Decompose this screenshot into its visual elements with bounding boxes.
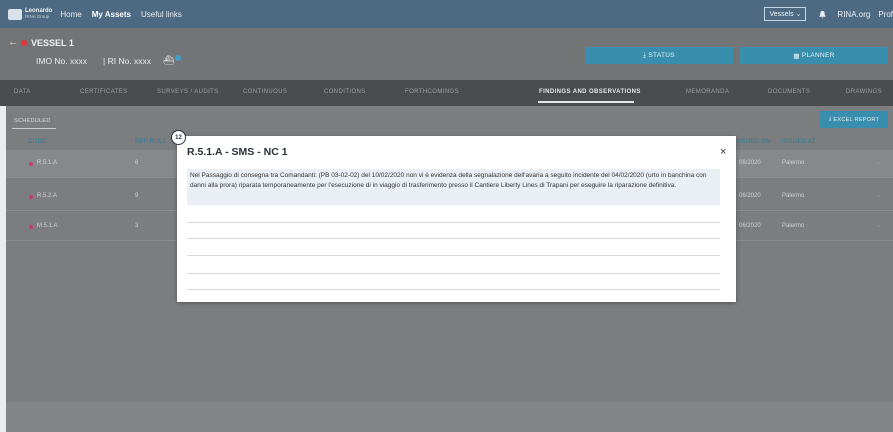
info-icon[interactable] (175, 54, 182, 61)
vessel-name: VESSEL 1 (31, 37, 74, 48)
column-header-code[interactable]: CODE (28, 139, 47, 145)
ri-number: | RI No. xxxx (103, 55, 152, 66)
logo-subtext: RINA Group (25, 14, 50, 19)
tab-surveys-audits[interactable]: SURVEYS / AUDITS (157, 89, 219, 95)
nav-my-assets[interactable]: My Assets (92, 10, 131, 19)
chevron-down-icon: ⌄ (795, 11, 802, 18)
tab-drawings[interactable]: DRAWINGS (846, 89, 882, 95)
tab-data[interactable]: DATA (14, 89, 31, 95)
subtab-scheduled[interactable]: SCHEDULED (14, 118, 51, 124)
calendar-icon: ▦ (793, 52, 802, 60)
row-issued-on: 06/2020 (739, 193, 761, 199)
row-issued-at: Palermo (782, 223, 805, 229)
back-arrow-icon[interactable]: ← (8, 37, 18, 48)
chevron-down-icon[interactable]: ⌄ (876, 159, 881, 166)
column-header-ref-rule[interactable]: REF RULE (135, 139, 167, 145)
status-label: STATUS (648, 52, 675, 59)
excel-label: EXCEL REPORT (833, 116, 880, 123)
tab-continuous[interactable]: CONTINUOUS (243, 89, 287, 95)
status-dot (29, 162, 33, 166)
excel-report-button[interactable]: ⤓ EXCEL REPORT (820, 111, 888, 128)
vessels-dropdown[interactable]: Vessels ⌄ (764, 7, 807, 21)
finding-detail-modal: R.5.1.A - SMS - NC 1 × Nel Passaggio di … (177, 136, 736, 302)
vessel-status-dot (21, 39, 27, 46)
divider (187, 238, 720, 239)
imo-number: IMO No. xxxx (36, 55, 88, 66)
row-code: R.5.2.A (37, 193, 58, 199)
nav-home[interactable]: Home (60, 10, 81, 19)
divider (187, 273, 720, 274)
planner-button[interactable]: ▦ PLANNER (740, 47, 888, 64)
tab-documents[interactable]: DOCUMENTS (768, 89, 810, 95)
vessels-label: Vessels (769, 11, 794, 18)
active-tab-indicator (538, 101, 634, 103)
status-dot (29, 195, 33, 199)
row-issued-at: Palermo (782, 193, 805, 199)
divider (187, 255, 720, 256)
finding-description: Nel Passaggio di consegna tra Comandanti… (187, 169, 720, 205)
section-tabs: DATA CERTIFICATES SURVEYS / AUDITS CONTI… (0, 80, 893, 106)
rina-org-link[interactable]: RINA.org (837, 10, 870, 19)
logo-icon (8, 8, 22, 20)
profile-link[interactable]: Prof (878, 10, 893, 19)
step-badge: 12 (171, 130, 186, 145)
ship-icon[interactable]: ⛴ (163, 55, 174, 66)
row-ref: 6 (135, 160, 139, 166)
tab-conditions[interactable]: CONDITIONS (324, 89, 366, 95)
chevron-down-icon[interactable]: ⌄ (876, 192, 881, 199)
brand-logo[interactable]: Leonardo RINA Group (8, 8, 52, 20)
column-header-issued-at[interactable]: ISSUED AT (782, 139, 816, 145)
subtab-indicator (12, 128, 56, 129)
row-issued-on: 06/2020 (739, 160, 761, 166)
chevron-down-icon[interactable]: ⌄ (876, 222, 881, 229)
row-ref: 9 (135, 193, 139, 199)
tab-memoranda[interactable]: MEMORANDA (686, 89, 729, 95)
divider (187, 289, 720, 290)
close-icon[interactable]: × (720, 146, 726, 158)
top-nav: Leonardo RINA Group Home My Assets Useful… (0, 0, 893, 28)
row-ref: 3 (135, 223, 139, 229)
status-dot (29, 225, 33, 229)
tab-forthcomings[interactable]: FORTHCOMINGS (405, 89, 459, 95)
nav-useful-links[interactable]: Useful links (141, 10, 182, 19)
tab-certificates[interactable]: CERTIFICATES (80, 89, 128, 95)
column-header-issued-on[interactable]: ISSUED ON (735, 139, 771, 145)
row-code: M.5.1.A (37, 223, 58, 229)
footer-strip (6, 402, 893, 432)
planner-label: PLANNER (801, 52, 835, 59)
status-button[interactable]: ⤓ STATUS (585, 47, 733, 64)
row-code: R.5.1.A (37, 160, 58, 166)
row-issued-on: 06/2020 (739, 223, 761, 229)
modal-title: R.5.1.A - SMS - NC 1 (187, 146, 288, 158)
row-issued-at: Palermo (782, 160, 805, 166)
tab-findings-and-observations[interactable]: FINDINGS AND OBSERVATIONS (539, 89, 641, 95)
bell-icon[interactable] (818, 10, 827, 19)
divider (187, 222, 720, 223)
